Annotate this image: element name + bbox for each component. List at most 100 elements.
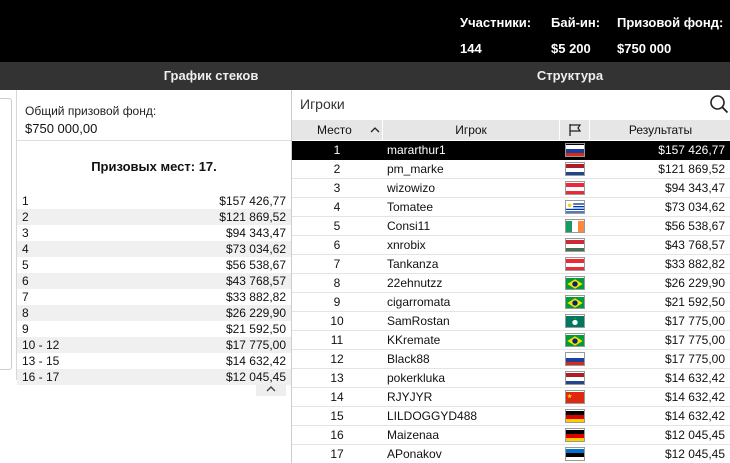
player-row[interactable]: 3 wizowizo $94 343,47: [292, 179, 730, 198]
payout-amount: $43 768,57: [225, 274, 286, 288]
tab-stack-chart[interactable]: График стеков: [130, 62, 292, 90]
country-flag-icon-ie: [565, 219, 585, 233]
player-name: 22ehnutzz: [387, 276, 443, 290]
player-place: 8: [333, 276, 341, 290]
country-flag-icon-mo: [565, 314, 585, 328]
participants-stat: Участники: 144: [460, 14, 531, 56]
prize-pool-stat: Призовой фонд: $750 000: [617, 14, 723, 56]
player-result: $73 034,62: [664, 200, 725, 214]
payout-row: 16 - 17 $12 045,45: [17, 369, 291, 385]
tab-bar: График стеков Структура: [0, 62, 730, 90]
player-result: $56 538,67: [664, 219, 725, 233]
country-flag-icon-de: [565, 409, 585, 423]
player-result: $17 775,00: [664, 352, 725, 366]
player-name: Maizenaa: [387, 428, 440, 442]
players-panel: Место Игрок Результаты 1 mararthur1 $157 4…: [291, 90, 730, 463]
payout-list: 1 $157 426,77 2 $121 869,52 3 $94 343,47 4 $73 …: [17, 193, 291, 385]
country-flag-icon-at: [565, 181, 585, 195]
column-place[interactable]: Место: [292, 120, 383, 140]
column-flag[interactable]: [560, 120, 590, 140]
search-icon[interactable]: [709, 94, 729, 114]
player-search-bar: [292, 90, 730, 118]
country-flag-icon-br: [565, 333, 585, 347]
player-place: 10: [330, 314, 344, 328]
payout-place: 5: [22, 258, 29, 272]
player-row[interactable]: 12 Black88 $17 775,00: [292, 350, 730, 369]
player-row[interactable]: 14 RJYJYR $14 632,42: [292, 388, 730, 407]
payout-row: 7 $33 882,82: [17, 289, 291, 305]
collapse-button[interactable]: [256, 384, 286, 396]
player-place: 5: [333, 219, 341, 233]
collapsed-side-panel[interactable]: [0, 98, 12, 370]
country-flag-icon-br: [565, 276, 585, 290]
player-result: $12 045,45: [664, 447, 725, 461]
payout-row: 2 $121 869,52: [17, 209, 291, 225]
country-flag-icon-uy: [565, 200, 585, 214]
player-place: 7: [333, 257, 341, 271]
player-name: RJYJYR: [387, 390, 433, 404]
payout-amount: $14 632,42: [225, 354, 286, 368]
player-row[interactable]: 11 KKremate $17 775,00: [292, 331, 730, 350]
player-name: xnrobix: [387, 238, 426, 252]
player-row[interactable]: 16 Maizenaa $12 045,45: [292, 426, 730, 445]
player-place: 15: [330, 409, 344, 423]
payout-row: 3 $94 343,47: [17, 225, 291, 241]
player-result: $12 045,45: [664, 428, 725, 442]
sort-chevron-up-icon: [370, 127, 380, 133]
player-row[interactable]: 13 pokerkluka $14 632,42: [292, 369, 730, 388]
player-search-input[interactable]: [300, 94, 695, 114]
buyin-label: Бай-ин:: [551, 15, 601, 30]
player-row[interactable]: 8 22ehnutzz $26 229,90: [292, 274, 730, 293]
player-row[interactable]: 2 pm_marke $121 869,52: [292, 160, 730, 179]
player-row[interactable]: 9 cigarromata $21 592,50: [292, 293, 730, 312]
payout-amount: $157 426,77: [219, 194, 286, 208]
player-row[interactable]: 5 Consi11 $56 538,67: [292, 217, 730, 236]
payout-place: 6: [22, 274, 29, 288]
payout-place: 16 - 17: [22, 370, 60, 384]
column-player[interactable]: Игрок: [383, 120, 560, 140]
country-flag-icon-br: [565, 295, 585, 309]
participants-label: Участники:: [460, 15, 532, 30]
payout-amount: $12 045,45: [225, 370, 286, 384]
player-result: $17 775,00: [664, 314, 725, 328]
payout-place: 1: [22, 194, 29, 208]
player-result: $43 768,57: [664, 238, 725, 252]
country-flag-icon-nl: [565, 162, 585, 176]
payout-amount: $21 592,50: [225, 322, 286, 336]
player-place: 14: [330, 390, 344, 404]
player-result: $14 632,42: [664, 390, 725, 404]
player-result: $94 343,47: [664, 181, 725, 195]
player-row[interactable]: 15 LILDOGGYD488 $14 632,42: [292, 407, 730, 426]
player-result: $21 592,50: [664, 295, 725, 309]
player-result: $17 775,00: [664, 333, 725, 347]
player-place: 1: [333, 143, 341, 157]
country-flag-icon-cn: [565, 390, 585, 404]
player-row[interactable]: 6 xnrobix $43 768,57: [292, 236, 730, 255]
player-row[interactable]: 17 APonakov $12 045,45: [292, 445, 730, 463]
payout-place: 13 - 15: [22, 354, 60, 368]
player-place: 17: [330, 447, 344, 461]
payout-place: 8: [22, 306, 29, 320]
divider: [17, 140, 291, 141]
player-name: SamRostan: [387, 314, 450, 328]
player-row[interactable]: 1 mararthur1 $157 426,77: [292, 141, 730, 160]
player-result: $121 869,52: [658, 162, 725, 176]
prize-pool-value: $750 000: [617, 41, 672, 56]
country-flag-icon-ru: [565, 352, 585, 366]
buyin-stat: Бай-ин: $5 200: [551, 14, 600, 56]
player-row[interactable]: 10 SamRostan $17 775,00: [292, 312, 730, 331]
player-place: 3: [333, 181, 341, 195]
tab-structure[interactable]: Структура: [470, 62, 670, 90]
player-row[interactable]: 4 Tomatee $73 034,62: [292, 198, 730, 217]
buyin-value: $5 200: [551, 41, 591, 56]
prize-structure-panel: Общий призовой фонд: $750 000,00 Призовы…: [0, 90, 291, 463]
player-name: Consi11: [387, 219, 431, 233]
player-place: 4: [333, 200, 341, 214]
player-row[interactable]: 7 Tankanza $33 882,82: [292, 255, 730, 274]
player-result: $33 882,82: [664, 257, 725, 271]
player-name: pokerkluka: [387, 371, 446, 385]
payout-row: 10 - 12 $17 775,00: [17, 337, 291, 353]
column-results[interactable]: Результаты: [590, 120, 730, 140]
payout-row: 6 $43 768,57: [17, 273, 291, 289]
country-flag-icon-ee: [565, 447, 585, 461]
